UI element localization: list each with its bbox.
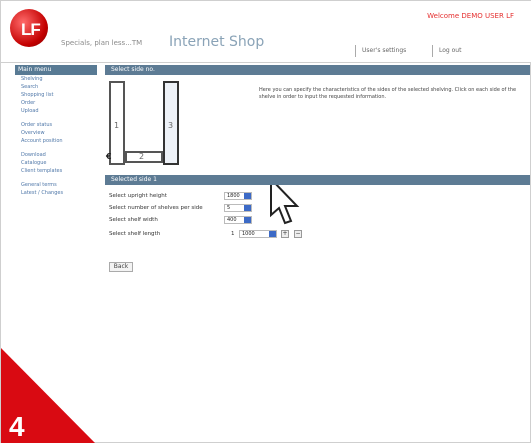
shelf-width-label: Select shelf width: [109, 217, 158, 223]
side-3-label: 3: [168, 121, 174, 130]
sidebar-heading: Main menu: [15, 65, 97, 75]
shelf-width-value: 400: [227, 217, 237, 223]
site-header: LF Specials, plan less...TM Internet Sho…: [1, 1, 531, 63]
side-2-label: 2: [139, 152, 145, 161]
sidebar-item-order-status[interactable]: Order status: [15, 121, 97, 129]
sidebar-item-shelving[interactable]: Shelving: [15, 75, 97, 83]
shelf-length-select[interactable]: 1000: [239, 230, 277, 238]
sidebar-item-latest-changes[interactable]: Latest / Changes: [15, 189, 97, 197]
brand-tagline: Specials, plan less...TM: [61, 39, 143, 47]
currency-symbol: €: [106, 152, 112, 161]
logout-link[interactable]: Log out: [432, 45, 526, 57]
sidebar-item-catalogue[interactable]: Catalogue: [15, 159, 97, 167]
chevron-down-icon: [244, 205, 251, 211]
chevron-down-icon: [244, 193, 251, 199]
sidebar-item-shopping-list[interactable]: Shopping list: [15, 91, 97, 99]
shelves-count-label: Select number of shelves per side: [109, 205, 203, 211]
shelves-count-value: 5: [227, 205, 231, 211]
selected-side-section: Selected side 1: [105, 175, 530, 185]
sidebar-item-upload[interactable]: Upload: [15, 107, 97, 115]
upright-height-value: 1800: [227, 193, 240, 199]
sidebar-item-overview[interactable]: Overview: [15, 129, 97, 137]
app-window: LF Specials, plan less...TM Internet Sho…: [0, 0, 531, 443]
shelves-count-select[interactable]: 5: [224, 204, 252, 212]
chevron-down-icon: [269, 231, 276, 237]
add-length-button[interactable]: +: [281, 230, 289, 238]
main-content: Select side no. 1 2 3 Here you can speci…: [105, 65, 530, 443]
shelf-width-select[interactable]: 400: [224, 216, 252, 224]
step-number: 4: [9, 411, 25, 442]
page-title: Internet Shop: [169, 34, 265, 50]
brand-logo-text: LF: [21, 20, 41, 39]
sidebar: Main menu Shelving Search Shopping list …: [15, 65, 97, 245]
select-side-heading: Select side no.: [105, 65, 530, 75]
remove-length-button[interactable]: −: [294, 230, 302, 238]
upright-height-label: Select upright height: [109, 193, 167, 199]
sidebar-item-client-templates[interactable]: Client templates: [15, 167, 97, 175]
user-settings-link[interactable]: User's settings: [355, 45, 427, 57]
sidebar-item-order[interactable]: Order: [15, 99, 97, 107]
chevron-down-icon: [244, 217, 251, 223]
sidebar-item-download[interactable]: Download: [15, 151, 97, 159]
shelving-diagram: 1 2 3: [109, 81, 180, 166]
sidebar-item-search[interactable]: Search: [15, 83, 97, 91]
welcome-message: Welcome DEMO USER LF: [427, 12, 514, 20]
shelf-length-value: 1000: [242, 231, 255, 237]
sidebar-item-account-position[interactable]: Account position: [15, 137, 97, 145]
shelf-length-label: Select shelf length: [109, 231, 161, 237]
sidebar-item-general-terms[interactable]: General terms: [15, 181, 97, 189]
back-button[interactable]: Back: [109, 262, 133, 272]
upright-height-select[interactable]: 1800: [224, 192, 252, 200]
side-1-label: 1: [114, 121, 120, 130]
shelf-length-prefix: 1: [231, 231, 235, 237]
instructions-text: Here you can specify the characteristics…: [259, 87, 517, 100]
